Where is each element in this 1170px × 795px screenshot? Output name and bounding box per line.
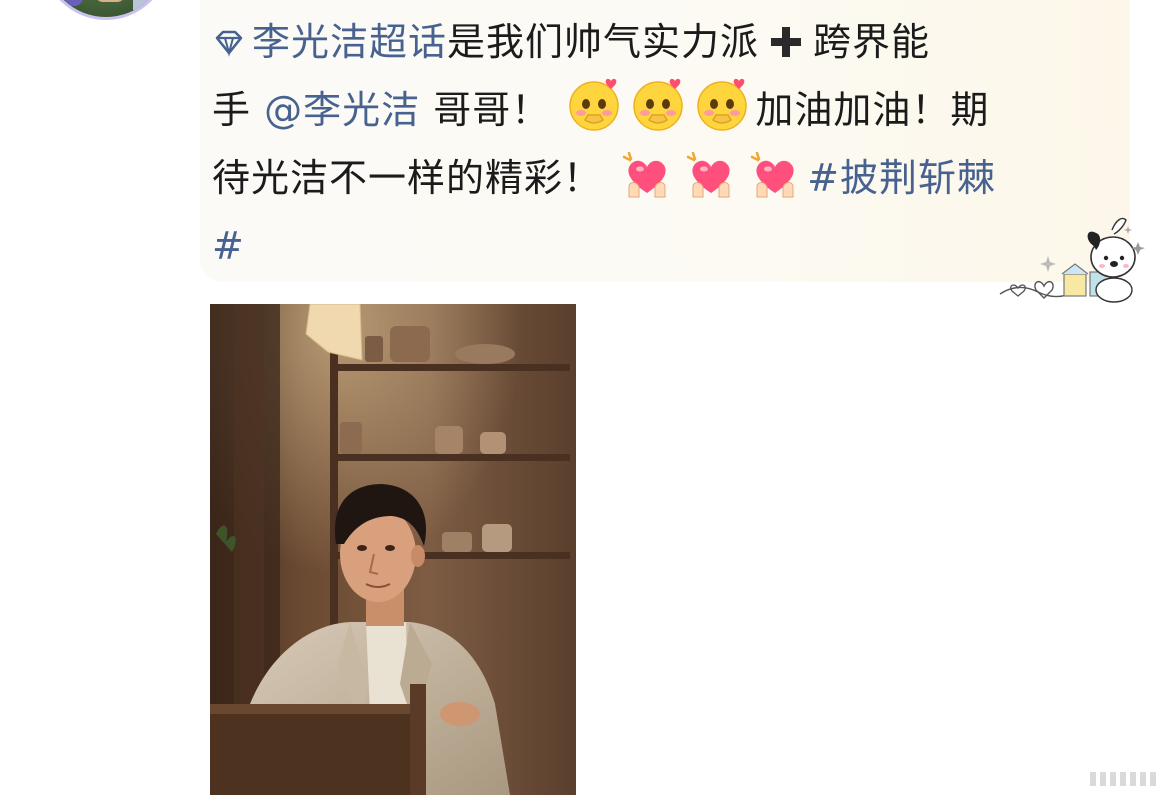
mention-link[interactable]: @李光洁 — [264, 88, 420, 132]
diamond-icon — [215, 30, 243, 57]
comment-text: 李光洁超话是我们帅气实力派 跨界能 手 @李光洁 哥哥！ 加油加油！期 待光洁不一… — [212, 8, 1112, 280]
comment-line3-start: 待光洁不一样的精彩！ — [212, 156, 603, 200]
blushing-face-emoji-icon — [633, 78, 684, 131]
avatar-flower — [65, 0, 83, 6]
blushing-face-emoji-icon — [697, 78, 748, 131]
heart-hands-emoji-icon — [686, 151, 730, 198]
avatar-shirt — [133, 0, 163, 10]
heart-hands-emoji-icon — [750, 151, 794, 198]
topic-link[interactable]: 李光洁超话 — [212, 20, 447, 64]
comment-line-2: 手 @李光洁 哥哥！ 加油加油！期 — [212, 76, 1112, 144]
user-avatar[interactable] — [42, 0, 170, 20]
hashtag-link[interactable]: #披荆斩棘 — [807, 156, 996, 200]
blushing-face-emoji-icon — [569, 78, 620, 131]
post-photo[interactable] — [210, 304, 576, 795]
comment-line-4: # — [212, 212, 1112, 280]
hashtag-link-end[interactable]: # — [212, 224, 245, 268]
comment-line2-start: 手 — [212, 88, 252, 132]
comment-text-part1: 是我们帅气实力派 — [447, 20, 760, 64]
topic-link-label: 李光洁超话 — [252, 20, 448, 64]
page-indicator-icon — [1090, 772, 1156, 786]
comment-line-1: 李光洁超话是我们帅气实力派 跨界能 — [212, 8, 1112, 76]
comment-text-part4: 加油加油！期 — [755, 88, 990, 132]
comment-text-part3: 哥哥！ — [433, 88, 551, 132]
heart-hands-emoji-icon — [622, 151, 666, 198]
comment-line-3: 待光洁不一样的精彩！ #披荆斩棘 — [212, 144, 1112, 212]
pochacco-sticker-icon — [999, 217, 1145, 303]
plus-icon — [771, 27, 802, 57]
comment-text-part2: 跨界能 — [813, 20, 931, 64]
weibo-comment-screen: 李光洁超话是我们帅气实力派 跨界能 手 @李光洁 哥哥！ 加油加油！期 待光洁不一… — [0, 0, 1170, 795]
avatar-hand — [95, 0, 125, 2]
